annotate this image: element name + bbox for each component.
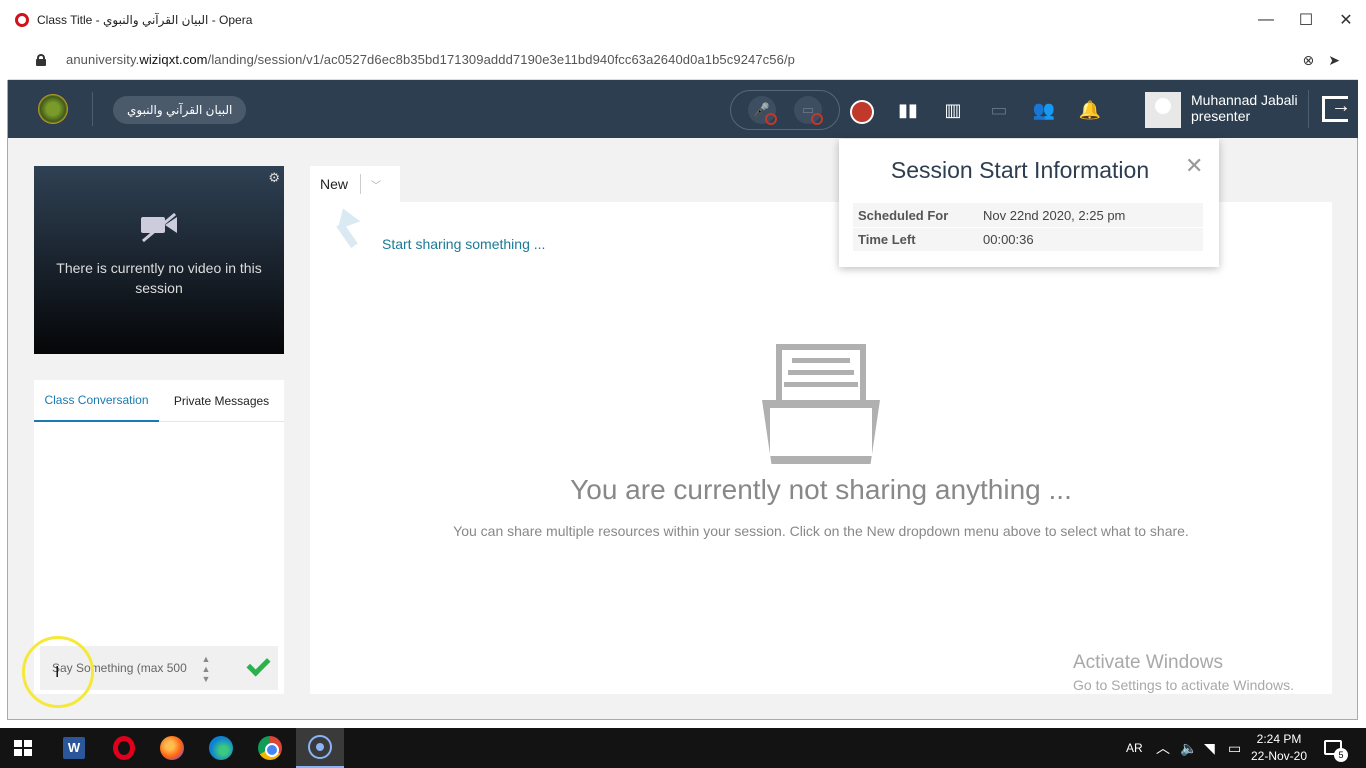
volume-icon[interactable]: 🔈 <box>1180 728 1197 768</box>
url-path: /landing/session/v1/ac0527d6ec8b35bd1713… <box>207 52 795 67</box>
windows-taskbar: W AR ︿ 🔈 ◥ ▭ 2:24 PM 22-Nov-20 5 <box>0 728 1366 768</box>
chat-tabs: Class Conversation Private Messages <box>34 380 284 422</box>
record-button[interactable] <box>850 100 874 124</box>
camera-off-button[interactable]: ▭ <box>794 96 823 125</box>
popup-row-time-left: Time Left 00:00:36 <box>853 227 1203 251</box>
logout-icon[interactable] <box>1322 95 1351 122</box>
cortana-taskbar-button[interactable] <box>296 728 344 768</box>
watermark-line-1: Activate Windows <box>1073 652 1223 673</box>
lock-icon <box>36 53 46 66</box>
microphone-off-button[interactable]: 🎤 <box>748 96 777 125</box>
browser-titlebar: Class Title - البيان القرآني والنبوي - O… <box>0 0 1366 40</box>
window-controls: — ☐ ✕ <box>1246 0 1366 40</box>
url-host: wiziqxt.com <box>139 52 208 67</box>
tab-private-messages[interactable]: Private Messages <box>159 380 284 422</box>
minimize-button[interactable]: — <box>1246 0 1286 40</box>
user-role: presenter <box>1191 108 1251 124</box>
chat-resize-arrows-icon[interactable]: ▲ ▲ ▼ <box>200 654 212 684</box>
windows-start-icon[interactable] <box>14 740 32 756</box>
empty-tray-icon <box>762 344 880 466</box>
maximize-button[interactable]: ☐ <box>1286 0 1326 40</box>
av-controls: 🎤 ▭ <box>730 90 840 130</box>
text-cursor-icon: I <box>55 664 60 681</box>
pointer-arrow-icon <box>330 208 360 250</box>
cortana-icon <box>308 735 332 759</box>
content-library-icon[interactable]: ▥ <box>941 98 965 122</box>
popup-value: Nov 22nd 2020, 2:25 pm <box>983 207 1126 223</box>
start-sharing-text: Start sharing something ... <box>382 236 546 252</box>
university-logo <box>38 94 68 124</box>
opera-icon <box>113 736 135 760</box>
user-info: Muhannad Jabali presenter <box>1191 92 1298 124</box>
chevron-down-icon[interactable]: ﹀ <box>371 177 381 192</box>
word-icon: W <box>63 737 85 759</box>
watermark-line-2: Go to Settings to activate Windows. <box>1073 677 1294 693</box>
window-title: Class Title - البيان القرآني والنبوي - O… <box>37 13 253 27</box>
poll-chart-icon[interactable]: ▮▮ <box>896 98 920 122</box>
language-indicator[interactable]: AR <box>1126 728 1143 768</box>
user-name: Muhannad Jabali <box>1191 92 1298 108</box>
clock-time: 2:24 PM <box>1256 732 1302 746</box>
battery-icon[interactable]: ▭ <box>1228 728 1241 768</box>
chrome-taskbar-button[interactable] <box>246 728 294 768</box>
new-separator <box>360 174 362 194</box>
notification-count-badge: 5 <box>1334 748 1348 762</box>
chevron-up-icon[interactable]: ︿ <box>1156 728 1170 768</box>
send-to-flow-icon[interactable]: ➤ <box>1328 52 1340 69</box>
popup-value: 00:00:36 <box>983 232 1034 247</box>
url-prefix: anuniversity. <box>66 52 140 67</box>
firefox-icon <box>160 736 184 760</box>
class-name-pill[interactable]: البيان القرآني والنبوي <box>113 96 247 124</box>
header-divider <box>92 92 93 126</box>
url-field[interactable]: anuniversity.wiziqxt.com/landing/session… <box>66 52 795 67</box>
close-window-button[interactable]: ✕ <box>1326 0 1366 40</box>
screen-share-icon[interactable]: ▭ <box>987 98 1011 122</box>
no-video-message: There is currently no video in this sess… <box>56 260 262 296</box>
popup-key: Scheduled For <box>858 207 949 223</box>
tracker-blocker-icon[interactable]: ⊗ <box>1303 52 1315 69</box>
opera-taskbar-button[interactable] <box>100 728 148 768</box>
popup-key: Time Left <box>858 232 916 247</box>
not-sharing-heading: You are currently not sharing anything .… <box>570 474 1072 505</box>
header-divider-right <box>1308 90 1309 128</box>
video-settings-gear-icon[interactable]: ⚙ <box>268 170 280 186</box>
video-panel: ⚙ There is currently no video in this se… <box>34 166 284 354</box>
new-dropdown[interactable]: New ﹀ <box>310 166 400 202</box>
address-bar[interactable]: anuniversity.wiziqxt.com/landing/session… <box>8 40 1358 80</box>
new-label: New <box>320 176 349 192</box>
edge-taskbar-button[interactable] <box>197 728 245 768</box>
close-icon[interactable]: ✕ <box>1185 153 1203 179</box>
attendees-icon[interactable]: 👥 <box>1032 98 1056 122</box>
chrome-icon <box>258 736 282 760</box>
activate-windows-watermark: Activate Windows Go to Settings to activ… <box>1073 652 1294 693</box>
avatar[interactable] <box>1145 92 1181 128</box>
clock-date: 22-Nov-20 <box>1250 749 1308 763</box>
clock[interactable]: 2:24 PM 22-Nov-20 <box>1248 731 1310 765</box>
notification-bell-icon[interactable]: 🔔 <box>1078 98 1102 122</box>
session-info-popup: Session Start Information ✕ Scheduled Fo… <box>839 139 1219 267</box>
tab-class-conversation[interactable]: Class Conversation <box>34 380 159 422</box>
word-taskbar-button[interactable]: W <box>50 728 98 768</box>
app-header: البيان القرآني والنبوي 🎤 ▭ ▮▮ ▥ ▭ 👥 🔔 Mu… <box>8 80 1358 138</box>
popup-row-scheduled: Scheduled For Nov 22nd 2020, 2:25 pm <box>853 203 1203 227</box>
share-hint-text: You can share multiple resources within … <box>453 523 1189 539</box>
popup-title: Session Start Information <box>890 157 1150 183</box>
wifi-icon[interactable]: ◥ <box>1204 728 1215 768</box>
firefox-taskbar-button[interactable] <box>148 728 196 768</box>
send-check-icon[interactable] <box>244 656 270 678</box>
edge-icon <box>209 736 233 760</box>
opera-logo-icon <box>15 13 29 27</box>
